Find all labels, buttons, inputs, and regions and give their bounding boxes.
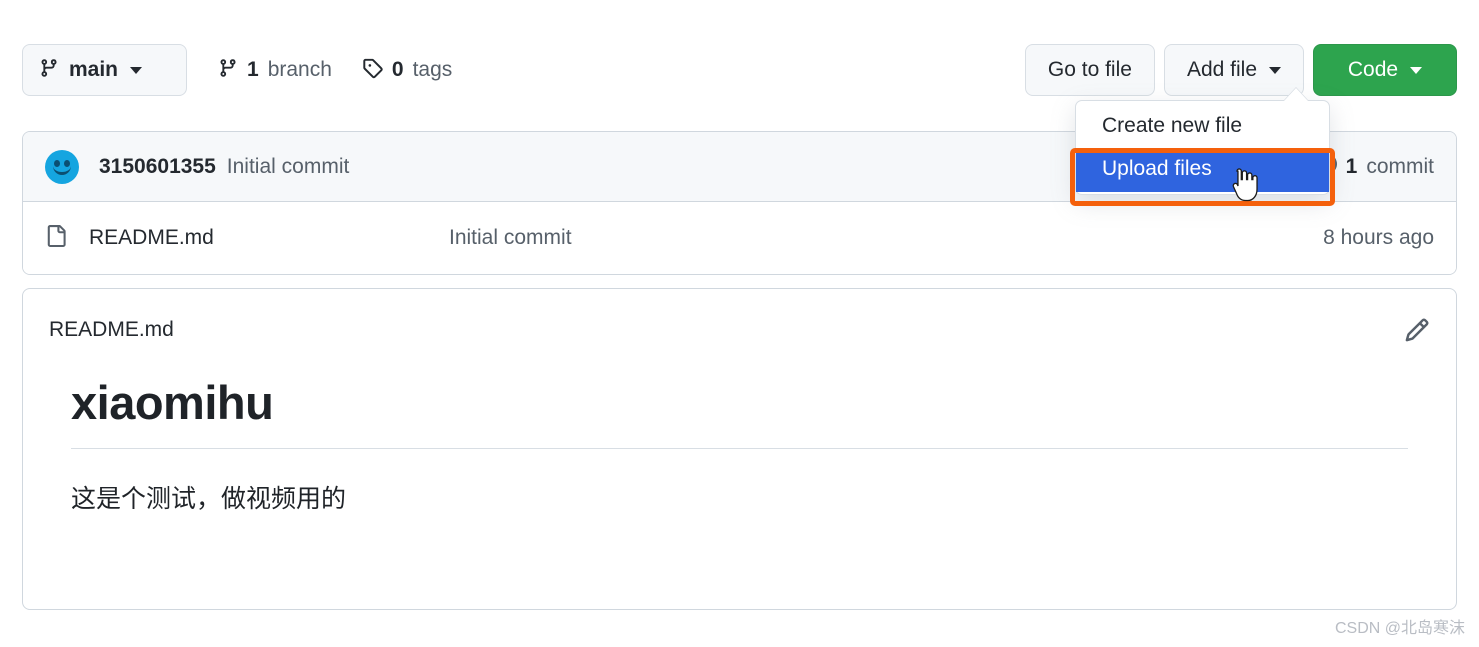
code-button[interactable]: Code	[1313, 44, 1457, 96]
tag-count-word: tags	[412, 58, 453, 81]
file-timestamp: 8 hours ago	[1323, 226, 1434, 249]
tag-icon	[362, 57, 383, 84]
menu-item-label: Create new file	[1102, 114, 1243, 137]
avatar[interactable]	[45, 149, 79, 184]
readme-paragraph: 这是个测试，做视频用的	[71, 485, 347, 513]
branch-selector-button[interactable]: main	[22, 44, 187, 96]
branch-icon	[39, 57, 59, 84]
branch-name-label: main	[69, 58, 119, 81]
branch-count-word: branch	[267, 58, 332, 81]
menu-item-label: Upload files	[1102, 157, 1212, 180]
repository-page: main 1 branch 0 tags Go to file Add file…	[0, 0, 1479, 647]
file-commit-message[interactable]: Initial commit	[449, 226, 572, 250]
commit-count-word: commit	[1366, 154, 1434, 178]
add-file-dropdown-menu: Create new file Upload files	[1075, 100, 1330, 195]
file-icon	[45, 224, 67, 253]
readme-title: README.md	[49, 318, 174, 341]
branch-icon	[218, 57, 238, 84]
chevron-down-icon	[130, 66, 143, 74]
menu-item-create-new-file[interactable]: Create new file	[1076, 106, 1329, 148]
readme-body: xiaomihu 这是个测试，做视频用的	[23, 343, 1456, 515]
add-file-label: Add file	[1186, 58, 1257, 81]
commit-count-number: 1	[1345, 154, 1358, 178]
code-label: Code	[1347, 58, 1399, 81]
tag-count-link[interactable]: 0 tags	[362, 57, 452, 84]
repo-actions: Go to file Add file Code	[1024, 44, 1457, 96]
watermark: CSDN @北岛寒沫	[1334, 620, 1465, 637]
chevron-down-icon	[1410, 66, 1423, 74]
go-to-file-label: Go to file	[1047, 58, 1132, 81]
readme-heading: xiaomihu	[71, 375, 1408, 449]
branch-count-number: 1	[247, 58, 259, 81]
pencil-icon[interactable]	[1404, 317, 1430, 343]
repo-toolbar: main 1 branch 0 tags Go to file Add file…	[22, 44, 1457, 96]
file-name-link[interactable]: README.md	[89, 226, 449, 250]
avatar-mouth	[53, 165, 71, 175]
repo-meta-group: 1 branch 0 tags	[218, 44, 452, 96]
go-to-file-button[interactable]: Go to file	[1024, 44, 1155, 96]
menu-item-upload-files[interactable]: Upload files	[1076, 148, 1329, 192]
tag-count-number: 0	[391, 58, 404, 81]
chevron-down-icon	[1269, 66, 1281, 74]
dropdown-caret-icon	[1284, 88, 1308, 101]
commit-count[interactable]: 1 commit	[1315, 153, 1434, 180]
commit-message[interactable]: Initial commit	[227, 155, 350, 179]
readme-card: README.md xiaomihu 这是个测试，做视频用的	[22, 288, 1457, 610]
branch-count-link[interactable]: 1 branch	[218, 57, 332, 84]
add-file-button[interactable]: Add file	[1163, 44, 1304, 96]
table-row: README.md Initial commit 8 hours ago	[23, 202, 1456, 274]
readme-header: README.md	[23, 289, 1456, 343]
commit-author[interactable]: 3150601355	[99, 155, 216, 179]
